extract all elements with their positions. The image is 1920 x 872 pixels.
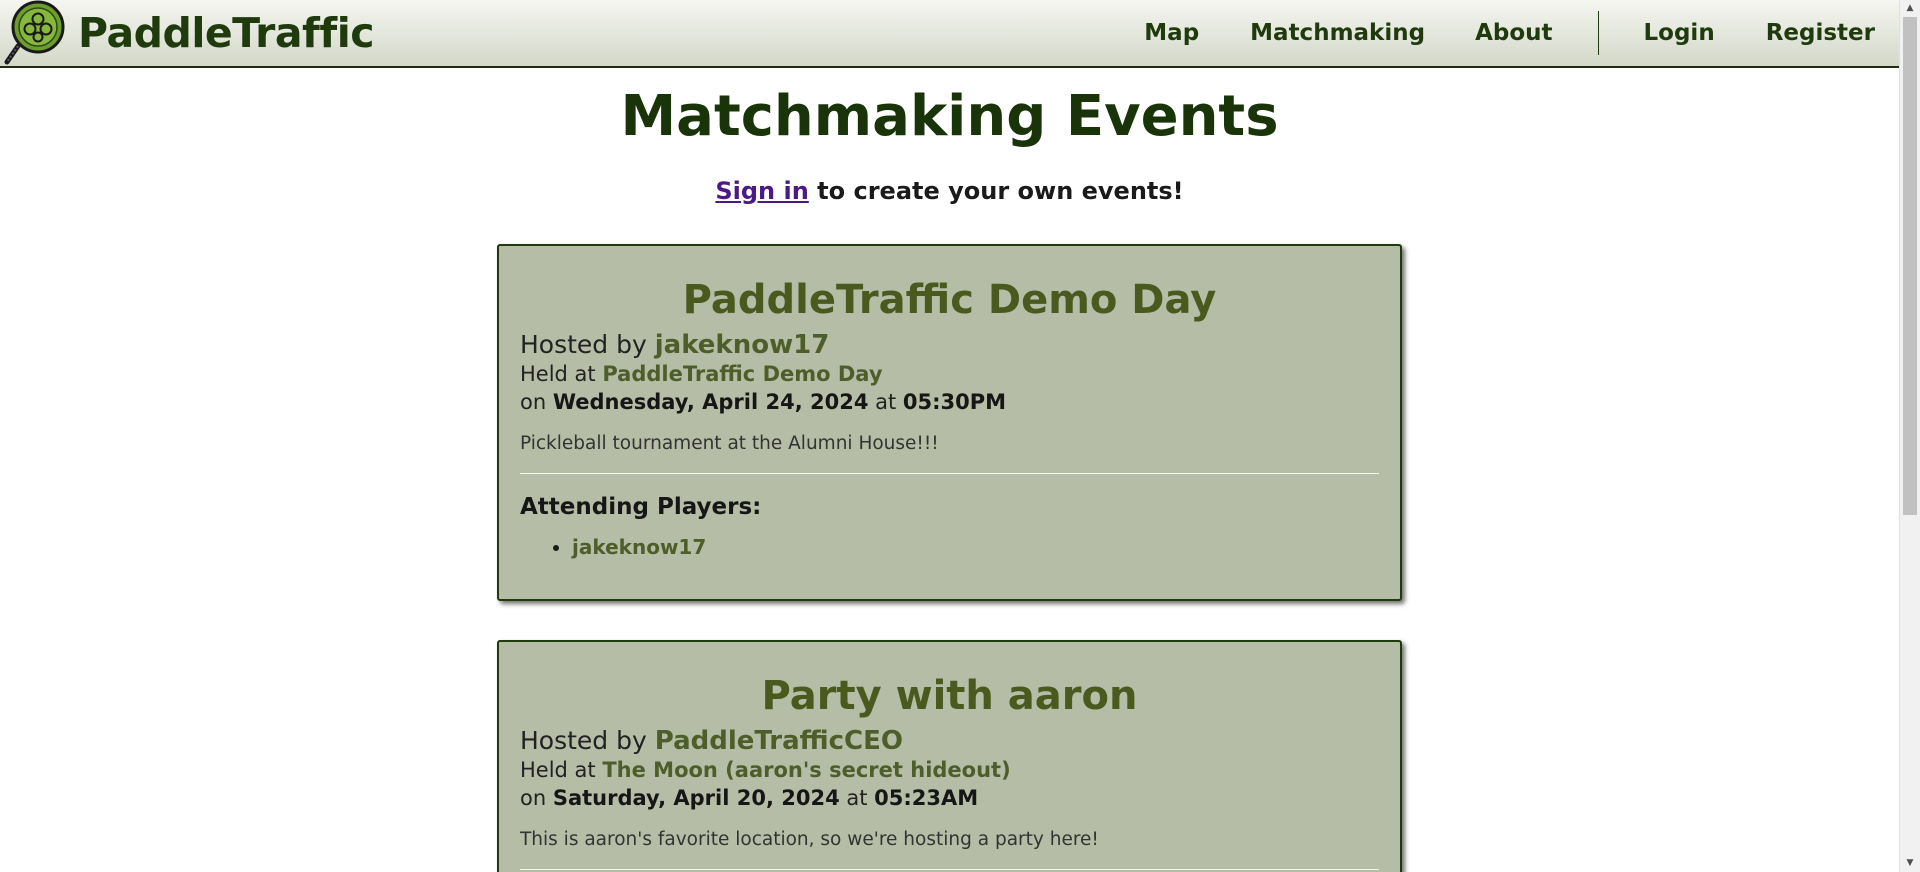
on-label: on [520,390,553,414]
held-at-label: Held at [520,758,603,782]
list-item: jakeknow17 [572,534,1379,560]
signin-prompt: Sign in to create your own events! [0,177,1899,205]
scroll-up-arrow-icon[interactable]: ▲ [1900,0,1920,17]
event-time: 05:30PM [902,390,1007,414]
event-host-line: Hosted by PaddleTrafficCEO [520,725,1379,757]
hosted-by-label: Hosted by [520,726,655,755]
brand-name: PaddleTraffic [78,9,375,57]
event-datetime-line: on Saturday, April 20, 2024 at 05:23AM [520,784,1379,812]
event-location-line: Held at The Moon (aaron's secret hideout… [520,757,1379,784]
event-divider [520,473,1379,474]
nav-register[interactable]: Register [1766,20,1875,46]
event-date: Saturday, April 20, 2024 [552,786,840,810]
event-card: Party with aaron Hosted by PaddleTraffic… [497,640,1402,872]
event-host-line: Hosted by jakeknow17 [520,329,1379,361]
event-description: Pickleball tournament at the Alumni Hous… [520,433,939,454]
event-date: Wednesday, April 24, 2024 [552,390,869,414]
top-navbar: PaddleTraffic Map Matchmaking About Logi… [0,0,1899,68]
event-host-link[interactable]: PaddleTrafficCEO [655,726,903,756]
event-location-link[interactable]: PaddleTraffic Demo Day [602,362,882,386]
event-host-link[interactable]: jakeknow17 [655,330,830,360]
event-location-link[interactable]: The Moon (aaron's secret hideout) [602,758,1010,782]
nav-login[interactable]: Login [1644,20,1715,46]
nav-map[interactable]: Map [1144,20,1199,46]
page-title: Matchmaking Events [620,84,1279,149]
at-label: at [868,390,903,414]
on-label: on [520,786,553,810]
held-at-label: Held at [520,362,603,386]
nav-links: Map Matchmaking About Login Register [1144,0,1899,66]
vertical-scrollbar[interactable]: ▲ ▼ [1899,0,1920,872]
event-divider [520,869,1379,870]
event-location-line: Held at PaddleTraffic Demo Day [520,361,1379,388]
scroll-thumb[interactable] [1903,17,1917,515]
hosted-by-label: Hosted by [520,330,655,359]
at-label: at [839,786,875,810]
attending-players-heading: Attending Players: [520,494,762,520]
event-title: Party with aaron [761,673,1138,719]
signin-link[interactable]: Sign in [715,177,808,205]
event-datetime-line: on Wednesday, April 24, 2024 at 05:30PM [520,388,1379,416]
brand-home-link[interactable]: PaddleTraffic [2,0,375,66]
event-title: PaddleTraffic Demo Day [682,277,1217,323]
attending-players-list: jakeknow17 [520,534,1379,560]
event-card: PaddleTraffic Demo Day Hosted by jakekno… [497,244,1402,601]
signin-suffix: to create your own events! [808,177,1184,205]
pickleball-paddle-icon [4,0,65,65]
nav-matchmaking[interactable]: Matchmaking [1250,20,1425,46]
event-description: This is aaron's favorite location, so we… [520,829,1099,850]
nav-about[interactable]: About [1475,20,1552,46]
player-link[interactable]: jakeknow17 [572,535,706,559]
scroll-down-arrow-icon[interactable]: ▼ [1900,855,1920,872]
event-time: 05:23AM [874,786,979,810]
nav-divider [1597,11,1599,55]
